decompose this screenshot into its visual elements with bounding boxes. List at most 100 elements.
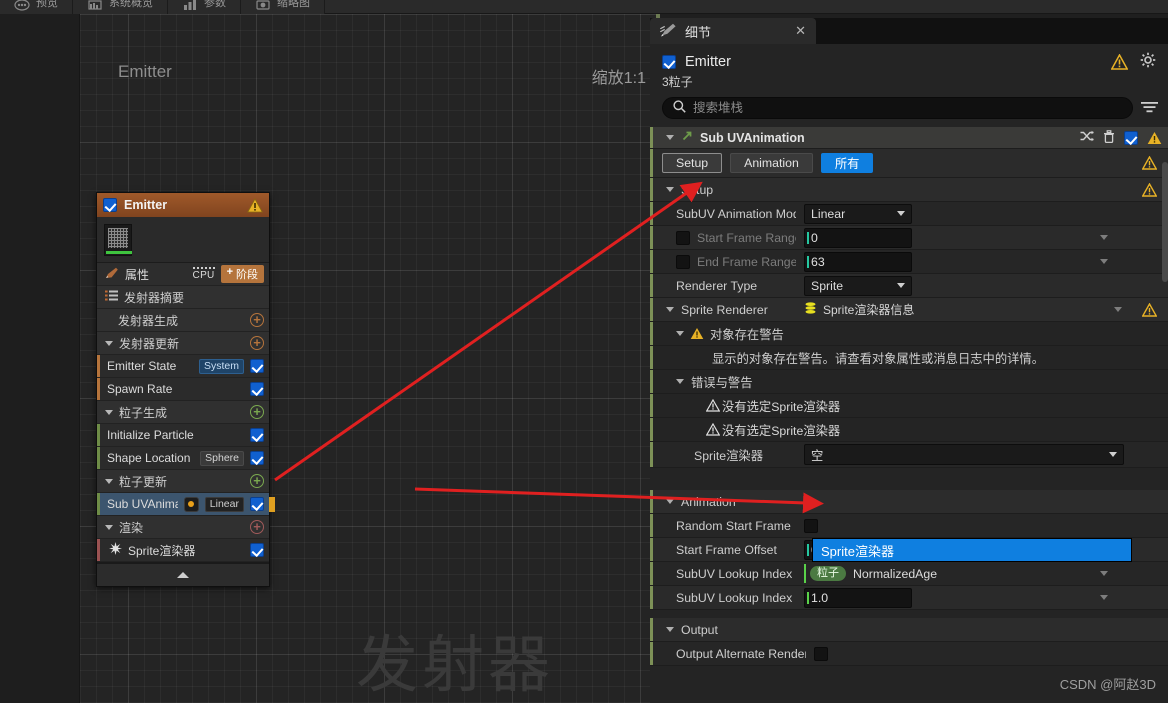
renderer-type-dropdown[interactable]: Sprite — [804, 275, 912, 296]
warning-triangle-icon[interactable] — [1111, 53, 1128, 70]
chevron-down-icon[interactable] — [666, 187, 674, 192]
chevron-down-icon[interactable] — [666, 499, 674, 504]
tab-all[interactable]: 所有 — [820, 153, 874, 173]
row-sprite-renderer-field[interactable]: Sprite渲染器 空 — [650, 442, 1168, 468]
filter-icon[interactable] — [1141, 100, 1158, 117]
group-setup[interactable]: Setup — [650, 178, 1168, 202]
sprite-renderer-select[interactable]: 空 — [804, 444, 1124, 465]
chevron-down-icon[interactable] — [105, 478, 113, 484]
trash-icon[interactable] — [1103, 129, 1115, 146]
module-sub-uv-animation[interactable]: Sub UVAnimation Linear — [97, 493, 275, 516]
emitter-enabled-checkbox[interactable] — [103, 198, 117, 212]
search-stack-box[interactable] — [662, 97, 1133, 119]
row-subuv-lookup-index-scale[interactable]: SubUV Lookup Index Sca 1.0 — [650, 586, 1168, 610]
row-renderer-type[interactable]: Renderer Type Sprite — [650, 274, 1168, 298]
section-render[interactable]: 渲染 + — [97, 516, 269, 539]
add-stage-plus: + — [226, 266, 233, 278]
overview-icon — [87, 0, 103, 14]
emitter-node[interactable]: Emitter 属性 CPU + 阶段 发射器摘要 发射器生成 + 发射器更新 … — [96, 192, 275, 587]
end-frame-range-checkbox[interactable] — [676, 254, 690, 269]
emitter-node-collapse-button[interactable] — [97, 562, 269, 586]
row-end-frame-range[interactable]: End Frame Range O 63 — [650, 250, 1168, 274]
cpu-badge: CPU — [192, 267, 215, 281]
module-sprite-renderer-checkbox[interactable] — [250, 543, 264, 557]
random-start-frame-checkbox[interactable] — [804, 518, 818, 533]
stack-accent-gutter — [650, 274, 653, 297]
module-enabled-checkbox[interactable] — [1124, 130, 1138, 145]
toolbar-item-parameters[interactable]: 参数 — [168, 0, 241, 14]
add-stage-button[interactable]: + 阶段 — [220, 265, 264, 283]
parameters-icon — [182, 0, 198, 14]
row-start-frame-range[interactable]: Start Frame Range O 0 — [650, 226, 1168, 250]
gear-icon[interactable] — [1140, 52, 1156, 71]
tab-setup[interactable]: Setup — [662, 153, 723, 173]
group-animation[interactable]: Animation — [650, 490, 1168, 514]
emitter-summary-row[interactable]: 发射器摘要 — [97, 286, 269, 309]
module-emitter-state[interactable]: Emitter State System — [97, 355, 269, 378]
add-module-icon-particle-spawn[interactable]: + — [250, 405, 264, 419]
row-random-start-frame[interactable]: Random Start Frame — [650, 514, 1168, 538]
stack-accent-gutter — [650, 442, 653, 467]
group-output[interactable]: Output — [650, 618, 1168, 642]
toolbar-item-thumbnail[interactable]: 缩略图 — [241, 0, 325, 14]
module-spawn-rate-checkbox[interactable] — [250, 382, 264, 396]
chevron-down-icon[interactable] — [676, 379, 684, 384]
details-panel-scrollbar[interactable] — [1162, 162, 1168, 282]
group-errors-and-warnings[interactable]: 错误与警告 — [650, 370, 1168, 394]
module-sub-uv-animation-checkbox[interactable] — [250, 497, 264, 511]
add-module-icon-particle-update[interactable]: + — [250, 474, 264, 488]
close-icon[interactable]: ✕ — [795, 23, 806, 39]
module-shape-location[interactable]: Shape Location Sphere — [97, 447, 269, 470]
module-initialize-particle[interactable]: Initialize Particle — [97, 424, 269, 447]
group-sprite-renderer[interactable]: Sprite Renderer Sprite渲染器信息 — [650, 298, 1168, 322]
module-shape-location-checkbox[interactable] — [250, 451, 264, 465]
end-frame-range-input[interactable]: 63 — [804, 251, 912, 272]
module-header-sub-uv-animation[interactable]: Sub UVAnimation — [650, 127, 1168, 149]
chevron-down-icon[interactable] — [676, 331, 684, 336]
emitter-node-header[interactable]: Emitter — [97, 193, 269, 217]
sprite-renderer-dropdown-list[interactable]: Sprite渲染器 — [812, 538, 1132, 562]
emitter-properties-row[interactable]: 属性 CPU + 阶段 — [97, 263, 269, 286]
section-emitter-update[interactable]: 发射器更新 + — [97, 332, 269, 355]
output-alternate-render-checkbox[interactable] — [814, 646, 828, 661]
add-module-icon-render[interactable]: + — [250, 520, 264, 534]
start-frame-range-input[interactable]: 0 — [804, 227, 912, 248]
chevron-down-icon[interactable] — [1100, 595, 1108, 600]
toolbar-item-overview[interactable]: 系统概览 — [73, 0, 168, 14]
module-spawn-rate[interactable]: Spawn Rate — [97, 378, 269, 401]
module-header-title: Sub UVAnimation — [700, 130, 805, 145]
start-frame-range-checkbox[interactable] — [676, 230, 690, 245]
chevron-down-icon[interactable] — [1100, 235, 1108, 240]
object-enabled-checkbox[interactable] — [662, 54, 676, 69]
row-subuv-lookup-index[interactable]: SubUV Lookup Index 粒子 NormalizedAge — [650, 562, 1168, 586]
toolbar-item-preview[interactable]: 预览 — [0, 0, 73, 14]
emitter-graph-canvas[interactable]: Emitter 缩放1:1 发射器 Emitter 属性 CPU + 阶段 发射… — [0, 14, 660, 703]
subuv-animation-mode-dropdown[interactable]: Linear — [804, 203, 912, 224]
tab-animation[interactable]: Animation — [730, 153, 813, 173]
chevron-down-icon[interactable] — [666, 627, 674, 632]
section-particle-spawn[interactable]: 粒子生成 + — [97, 401, 269, 424]
row-output-alternate-render[interactable]: Output Alternate Render — [650, 642, 1168, 666]
group-object-warnings[interactable]: 对象存在警告 — [650, 322, 1168, 346]
chevron-down-icon[interactable] — [105, 340, 113, 346]
chevron-down-icon[interactable] — [105, 524, 113, 530]
module-emitter-state-checkbox[interactable] — [250, 359, 264, 373]
chevron-down-icon[interactable] — [666, 307, 674, 312]
sprite-renderer-option[interactable]: Sprite渲染器 — [813, 539, 1131, 561]
module-sprite-renderer[interactable]: Sprite渲染器 — [97, 539, 269, 562]
chevron-down-icon[interactable] — [105, 409, 113, 415]
chevron-down-icon[interactable] — [666, 135, 674, 140]
shuffle-icon[interactable] — [1080, 130, 1094, 145]
subuv-lookup-index-scale-input[interactable]: 1.0 — [804, 587, 912, 608]
tab-details[interactable]: 细节 ✕ — [650, 18, 816, 44]
chevron-down-icon[interactable] — [1114, 307, 1122, 312]
module-initialize-particle-checkbox[interactable] — [250, 428, 264, 442]
add-module-icon-emitter-spawn[interactable]: + — [250, 313, 264, 327]
add-module-icon-emitter-update[interactable]: + — [250, 336, 264, 350]
section-particle-update[interactable]: 粒子更新 + — [97, 470, 269, 493]
chevron-down-icon[interactable] — [1100, 259, 1108, 264]
chevron-down-icon[interactable] — [1100, 571, 1108, 576]
section-emitter-spawn[interactable]: 发射器生成 + — [97, 309, 269, 332]
search-input[interactable] — [693, 101, 1122, 115]
row-subuv-animation-mode[interactable]: SubUV Animation Mode Linear — [650, 202, 1168, 226]
